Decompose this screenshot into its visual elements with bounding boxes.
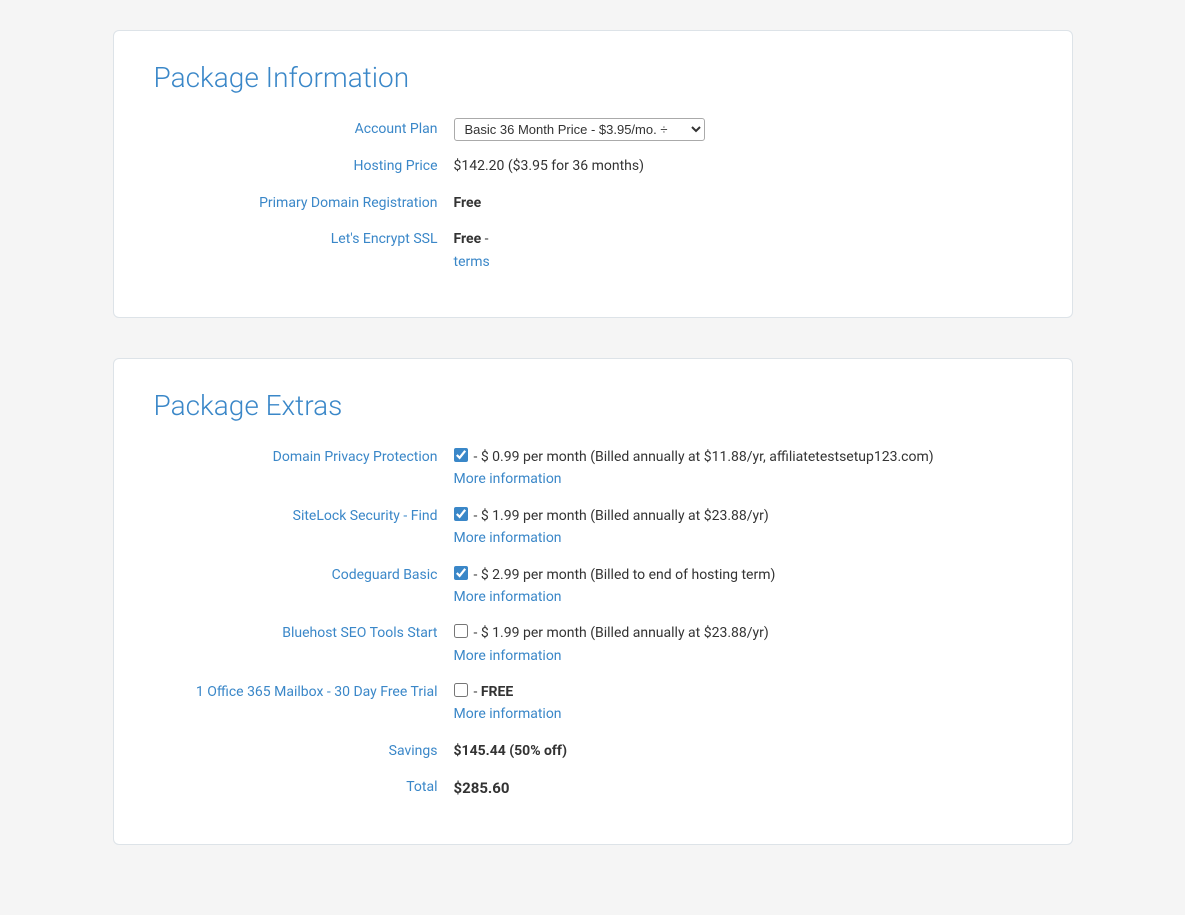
total-value: $285.60 [454,776,510,800]
lets-encrypt-value: Free - terms [454,228,490,273]
codeguard-label: Codeguard Basic [154,564,454,586]
total-label: Total [154,776,454,798]
office365-checkbox-row: - FREE [454,681,562,703]
bluehost-seo-row: Bluehost SEO Tools Start - $ 1.99 per mo… [154,622,1032,667]
domain-privacy-row: Domain Privacy Protection - $ 0.99 per m… [154,446,1032,491]
office365-checkbox[interactable] [454,683,468,697]
bluehost-seo-description: - $ 1.99 per month (Billed annually at $… [474,622,769,644]
domain-privacy-checkbox[interactable] [454,448,468,462]
codeguard-more-info[interactable]: More information [454,586,776,608]
primary-domain-value: Free [454,192,482,214]
package-information-card: Package Information Account Plan Basic 3… [113,30,1073,318]
bluehost-seo-label: Bluehost SEO Tools Start [154,622,454,644]
codeguard-checkbox[interactable] [454,566,468,580]
savings-label: Savings [154,740,454,762]
primary-domain-label: Primary Domain Registration [154,192,454,214]
package-extras-card: Package Extras Domain Privacy Protection… [113,358,1073,845]
sitelock-row: SiteLock Security - Find - $ 1.99 per mo… [154,505,1032,550]
account-plan-row: Account Plan Basic 36 Month Price - $3.9… [154,118,1032,141]
lets-encrypt-free: Free [454,231,482,247]
hosting-price-value: $142.20 ($3.95 for 36 months) [454,155,644,177]
primary-domain-free: Free [454,195,482,211]
account-plan-label: Account Plan [154,118,454,140]
codeguard-value: - $ 2.99 per month (Billed to end of hos… [454,564,776,609]
lets-encrypt-terms-link[interactable]: terms [454,251,490,273]
package-info-title: Package Information [154,61,1032,94]
savings-row: Savings $145.44 (50% off) [154,740,1032,762]
sitelock-description: - $ 1.99 per month (Billed annually at $… [474,505,769,527]
account-plan-select[interactable]: Basic 36 Month Price - $3.95/mo. ÷ [454,118,705,141]
lets-encrypt-label: Let's Encrypt SSL [154,228,454,250]
bluehost-seo-more-info[interactable]: More information [454,645,769,667]
codeguard-checkbox-row: - $ 2.99 per month (Billed to end of hos… [454,564,776,586]
package-extras-title: Package Extras [154,389,1032,422]
account-plan-value: Basic 36 Month Price - $3.95/mo. ÷ [454,118,705,141]
primary-domain-row: Primary Domain Registration Free [154,192,1032,214]
office365-value: - FREE More information [454,681,562,726]
domain-privacy-value: - $ 0.99 per month (Billed annually at $… [454,446,934,491]
office365-label: 1 Office 365 Mailbox - 30 Day Free Trial [154,681,454,703]
total-row: Total $285.60 [154,776,1032,800]
bluehost-seo-checkbox-row: - $ 1.99 per month (Billed annually at $… [454,622,769,644]
codeguard-row: Codeguard Basic - $ 2.99 per month (Bill… [154,564,1032,609]
domain-privacy-more-info[interactable]: More information [454,468,934,490]
domain-privacy-label: Domain Privacy Protection [154,446,454,468]
sitelock-more-info[interactable]: More information [454,527,769,549]
hosting-price-row: Hosting Price $142.20 ($3.95 for 36 mont… [154,155,1032,177]
office365-description: - FREE [474,681,514,703]
sitelock-checkbox[interactable] [454,507,468,521]
codeguard-description: - $ 2.99 per month (Billed to end of hos… [474,564,776,586]
bluehost-seo-checkbox[interactable] [454,624,468,638]
domain-privacy-description: - $ 0.99 per month (Billed annually at $… [474,446,934,468]
sitelock-value: - $ 1.99 per month (Billed annually at $… [454,505,769,550]
lets-encrypt-row: Let's Encrypt SSL Free - terms [154,228,1032,273]
lets-encrypt-dash: - [485,231,489,247]
savings-value: $145.44 (50% off) [454,740,568,762]
sitelock-checkbox-row: - $ 1.99 per month (Billed annually at $… [454,505,769,527]
domain-privacy-checkbox-row: - $ 0.99 per month (Billed annually at $… [454,446,934,468]
office365-more-info[interactable]: More information [454,703,562,725]
office365-row: 1 Office 365 Mailbox - 30 Day Free Trial… [154,681,1032,726]
bluehost-seo-value: - $ 1.99 per month (Billed annually at $… [454,622,769,667]
hosting-price-label: Hosting Price [154,155,454,177]
sitelock-label: SiteLock Security - Find [154,505,454,527]
